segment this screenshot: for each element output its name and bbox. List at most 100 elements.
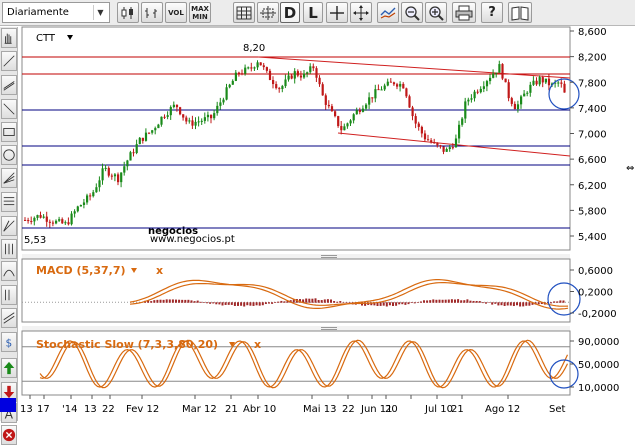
circle-icon[interactable] bbox=[1, 145, 17, 165]
candle-body bbox=[89, 195, 92, 197]
macd-bar bbox=[159, 299, 162, 303]
x-tick-label: 21 bbox=[225, 404, 238, 415]
macd-bar bbox=[150, 301, 153, 303]
multi-line-icon[interactable] bbox=[1, 285, 17, 305]
macd-bar bbox=[224, 302, 227, 305]
candle-body bbox=[498, 64, 501, 73]
stoch-tick-label: 10,0000 bbox=[578, 383, 619, 394]
macd-bar bbox=[314, 298, 317, 303]
candle-body bbox=[532, 80, 535, 85]
macd-bar bbox=[326, 299, 329, 303]
candle-body bbox=[535, 80, 538, 85]
candle-body bbox=[244, 67, 247, 74]
arc-icon[interactable] bbox=[1, 261, 17, 281]
macd-bar bbox=[202, 302, 205, 303]
panel-splitter-2 bbox=[22, 326, 570, 331]
candle-body bbox=[107, 167, 110, 176]
macd-bar bbox=[481, 302, 484, 304]
macd-bar bbox=[339, 301, 342, 303]
macd-bar bbox=[308, 298, 311, 303]
color-swatch[interactable] bbox=[0, 398, 16, 412]
candle-body bbox=[563, 83, 566, 93]
macd-bar bbox=[246, 302, 249, 306]
grid-lines-icon[interactable] bbox=[1, 239, 17, 259]
candle-body bbox=[374, 89, 377, 99]
macd-bar bbox=[348, 302, 351, 303]
svg-text:$: $ bbox=[6, 337, 13, 349]
candle-body bbox=[510, 98, 513, 104]
candle-body bbox=[70, 213, 73, 225]
gann-icon[interactable] bbox=[1, 216, 17, 236]
candle-body bbox=[547, 78, 551, 86]
candle-body bbox=[417, 123, 420, 127]
macd-bar bbox=[206, 302, 208, 304]
fibonacci-icon[interactable] bbox=[1, 192, 17, 212]
candle-body bbox=[330, 106, 334, 112]
macd-title: MACD (5,37,7) bbox=[36, 264, 126, 277]
candle-body bbox=[538, 77, 541, 85]
candle-body bbox=[430, 140, 433, 143]
channel-icon[interactable] bbox=[1, 308, 17, 328]
chart-area: negocioswww.negocios.pt8,6008,2007,8007,… bbox=[20, 26, 634, 415]
macd-bar bbox=[305, 298, 308, 303]
macd-bar bbox=[221, 302, 224, 306]
candle-body bbox=[151, 130, 154, 133]
candle-body bbox=[253, 67, 256, 69]
delete-icon[interactable] bbox=[1, 425, 17, 445]
candle-body bbox=[377, 89, 380, 91]
macd-bar bbox=[330, 299, 332, 303]
candle-body bbox=[281, 86, 284, 89]
parallel-line-icon[interactable] bbox=[1, 75, 17, 95]
x-tick-label: Ago 12 bbox=[485, 404, 520, 415]
candle-body bbox=[495, 72, 498, 74]
candle-body bbox=[349, 120, 352, 124]
macd-bar bbox=[199, 301, 202, 303]
candle-body bbox=[420, 126, 423, 134]
x-tick-label: 22 bbox=[342, 404, 355, 415]
candle-body bbox=[479, 88, 482, 93]
candle-body bbox=[306, 72, 309, 74]
x-tick-label: Fev 12 bbox=[126, 404, 159, 415]
candle-body bbox=[42, 216, 45, 218]
macd-bar bbox=[271, 302, 274, 304]
candle-body bbox=[247, 67, 250, 69]
macd-bar bbox=[171, 299, 174, 303]
candle-body bbox=[482, 86, 485, 89]
candle-body bbox=[396, 84, 399, 87]
candle-body bbox=[470, 98, 473, 100]
candle-body bbox=[123, 166, 126, 173]
candle-body bbox=[58, 219, 61, 221]
macd-bar bbox=[162, 299, 165, 303]
macd-bar bbox=[190, 300, 193, 303]
line-draw-icon[interactable] bbox=[1, 51, 17, 71]
macd-bar bbox=[426, 300, 429, 303]
diagonal-line-icon[interactable] bbox=[1, 99, 17, 119]
stoch-tick-label: 90,0000 bbox=[578, 337, 619, 348]
rectangle-icon[interactable] bbox=[1, 122, 17, 142]
macd-bar bbox=[336, 301, 339, 303]
candle-body bbox=[529, 84, 532, 93]
candle-body bbox=[234, 72, 237, 81]
buy-arrow-icon[interactable] bbox=[1, 358, 17, 378]
fan-icon[interactable] bbox=[1, 168, 17, 188]
price-tick-label: 7,000 bbox=[578, 130, 607, 141]
candle-body bbox=[476, 91, 479, 93]
macd-bar bbox=[516, 302, 518, 306]
macd-bar bbox=[233, 302, 236, 306]
dollar-icon[interactable]: $ bbox=[1, 332, 17, 352]
candle-body bbox=[98, 180, 101, 188]
stoch-title: Stochastic Slow (7,3,3,80,20) bbox=[36, 338, 218, 351]
macd-bar bbox=[410, 302, 413, 304]
macd-bar bbox=[559, 300, 562, 303]
macd-bar bbox=[438, 299, 441, 303]
macd-bar bbox=[181, 299, 184, 303]
candle-body bbox=[138, 137, 141, 145]
macd-tick-label: 0,6000 bbox=[578, 266, 613, 277]
candle-body bbox=[520, 96, 523, 105]
macd-bar bbox=[227, 302, 230, 305]
macd-bar bbox=[175, 299, 177, 303]
hand-icon[interactable] bbox=[1, 28, 17, 48]
candle-body bbox=[544, 78, 547, 83]
candle-body bbox=[237, 72, 241, 74]
candle-body bbox=[386, 81, 389, 86]
